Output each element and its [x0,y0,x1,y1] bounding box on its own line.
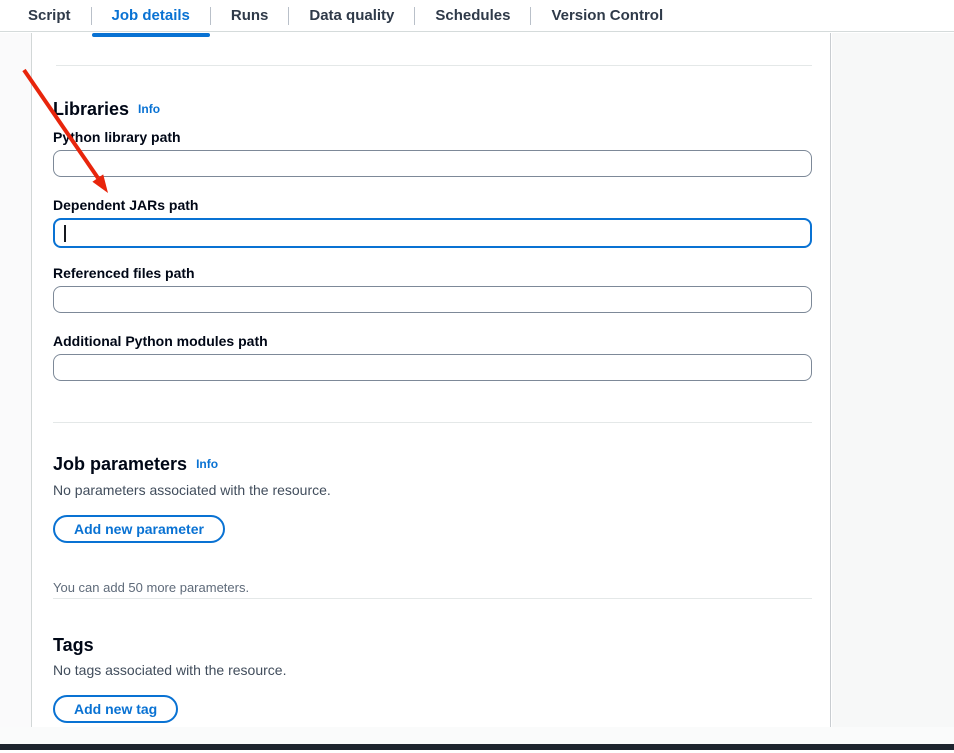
additional-python-modules-field: Additional Python modules path [53,333,812,381]
job-tab-bar: Script Job details Runs Data quality Sch… [0,0,954,32]
left-gutter [0,33,31,727]
additional-python-modules-input[interactable] [53,354,812,381]
job-parameters-empty-message: No parameters associated with the resour… [53,483,331,498]
text-cursor [64,225,66,242]
job-parameters-heading-text: Job parameters [53,454,187,474]
glue-job-page: Script Job details Runs Data quality Sch… [0,0,954,753]
job-details-panel: Libraries Info Python library path Depend… [31,33,831,727]
job-parameters-heading: Job parameters Info [53,453,218,475]
add-new-parameter-button[interactable]: Add new parameter [53,515,225,543]
tab-version-control[interactable]: Version Control [531,0,683,32]
python-library-path-label: Python library path [53,129,812,145]
parameter-limit-hint: You can add 50 more parameters. [53,581,249,594]
dependent-jars-path-label: Dependent JARs path [53,197,812,213]
add-new-tag-button[interactable]: Add new tag [53,695,178,723]
section-divider [56,65,812,66]
tab-script[interactable]: Script [8,0,91,32]
window-bottom-edge [0,744,954,750]
job-parameters-info-link[interactable]: Info [196,457,218,471]
tags-heading: Tags [53,634,94,656]
section-divider [53,422,812,423]
tab-job-details[interactable]: Job details [92,0,210,32]
tags-empty-message: No tags associated with the resource. [53,663,286,678]
libraries-heading-text: Libraries [53,99,129,119]
python-library-path-field: Python library path [53,129,812,177]
tab-schedules[interactable]: Schedules [415,0,530,32]
libraries-heading: Libraries Info [53,98,160,120]
tags-heading-text: Tags [53,635,94,655]
tab-data-quality[interactable]: Data quality [289,0,414,32]
bottom-gutter [0,727,954,744]
tab-runs[interactable]: Runs [211,0,289,32]
dependent-jars-path-input[interactable] [53,218,812,248]
dependent-jars-path-field: Dependent JARs path [53,197,812,248]
referenced-files-path-input[interactable] [53,286,812,313]
libraries-info-link[interactable]: Info [138,102,160,116]
referenced-files-path-label: Referenced files path [53,265,812,281]
section-divider [53,598,812,599]
referenced-files-path-field: Referenced files path [53,265,812,313]
right-gutter [832,33,954,727]
additional-python-modules-label: Additional Python modules path [53,333,812,349]
python-library-path-input[interactable] [53,150,812,177]
